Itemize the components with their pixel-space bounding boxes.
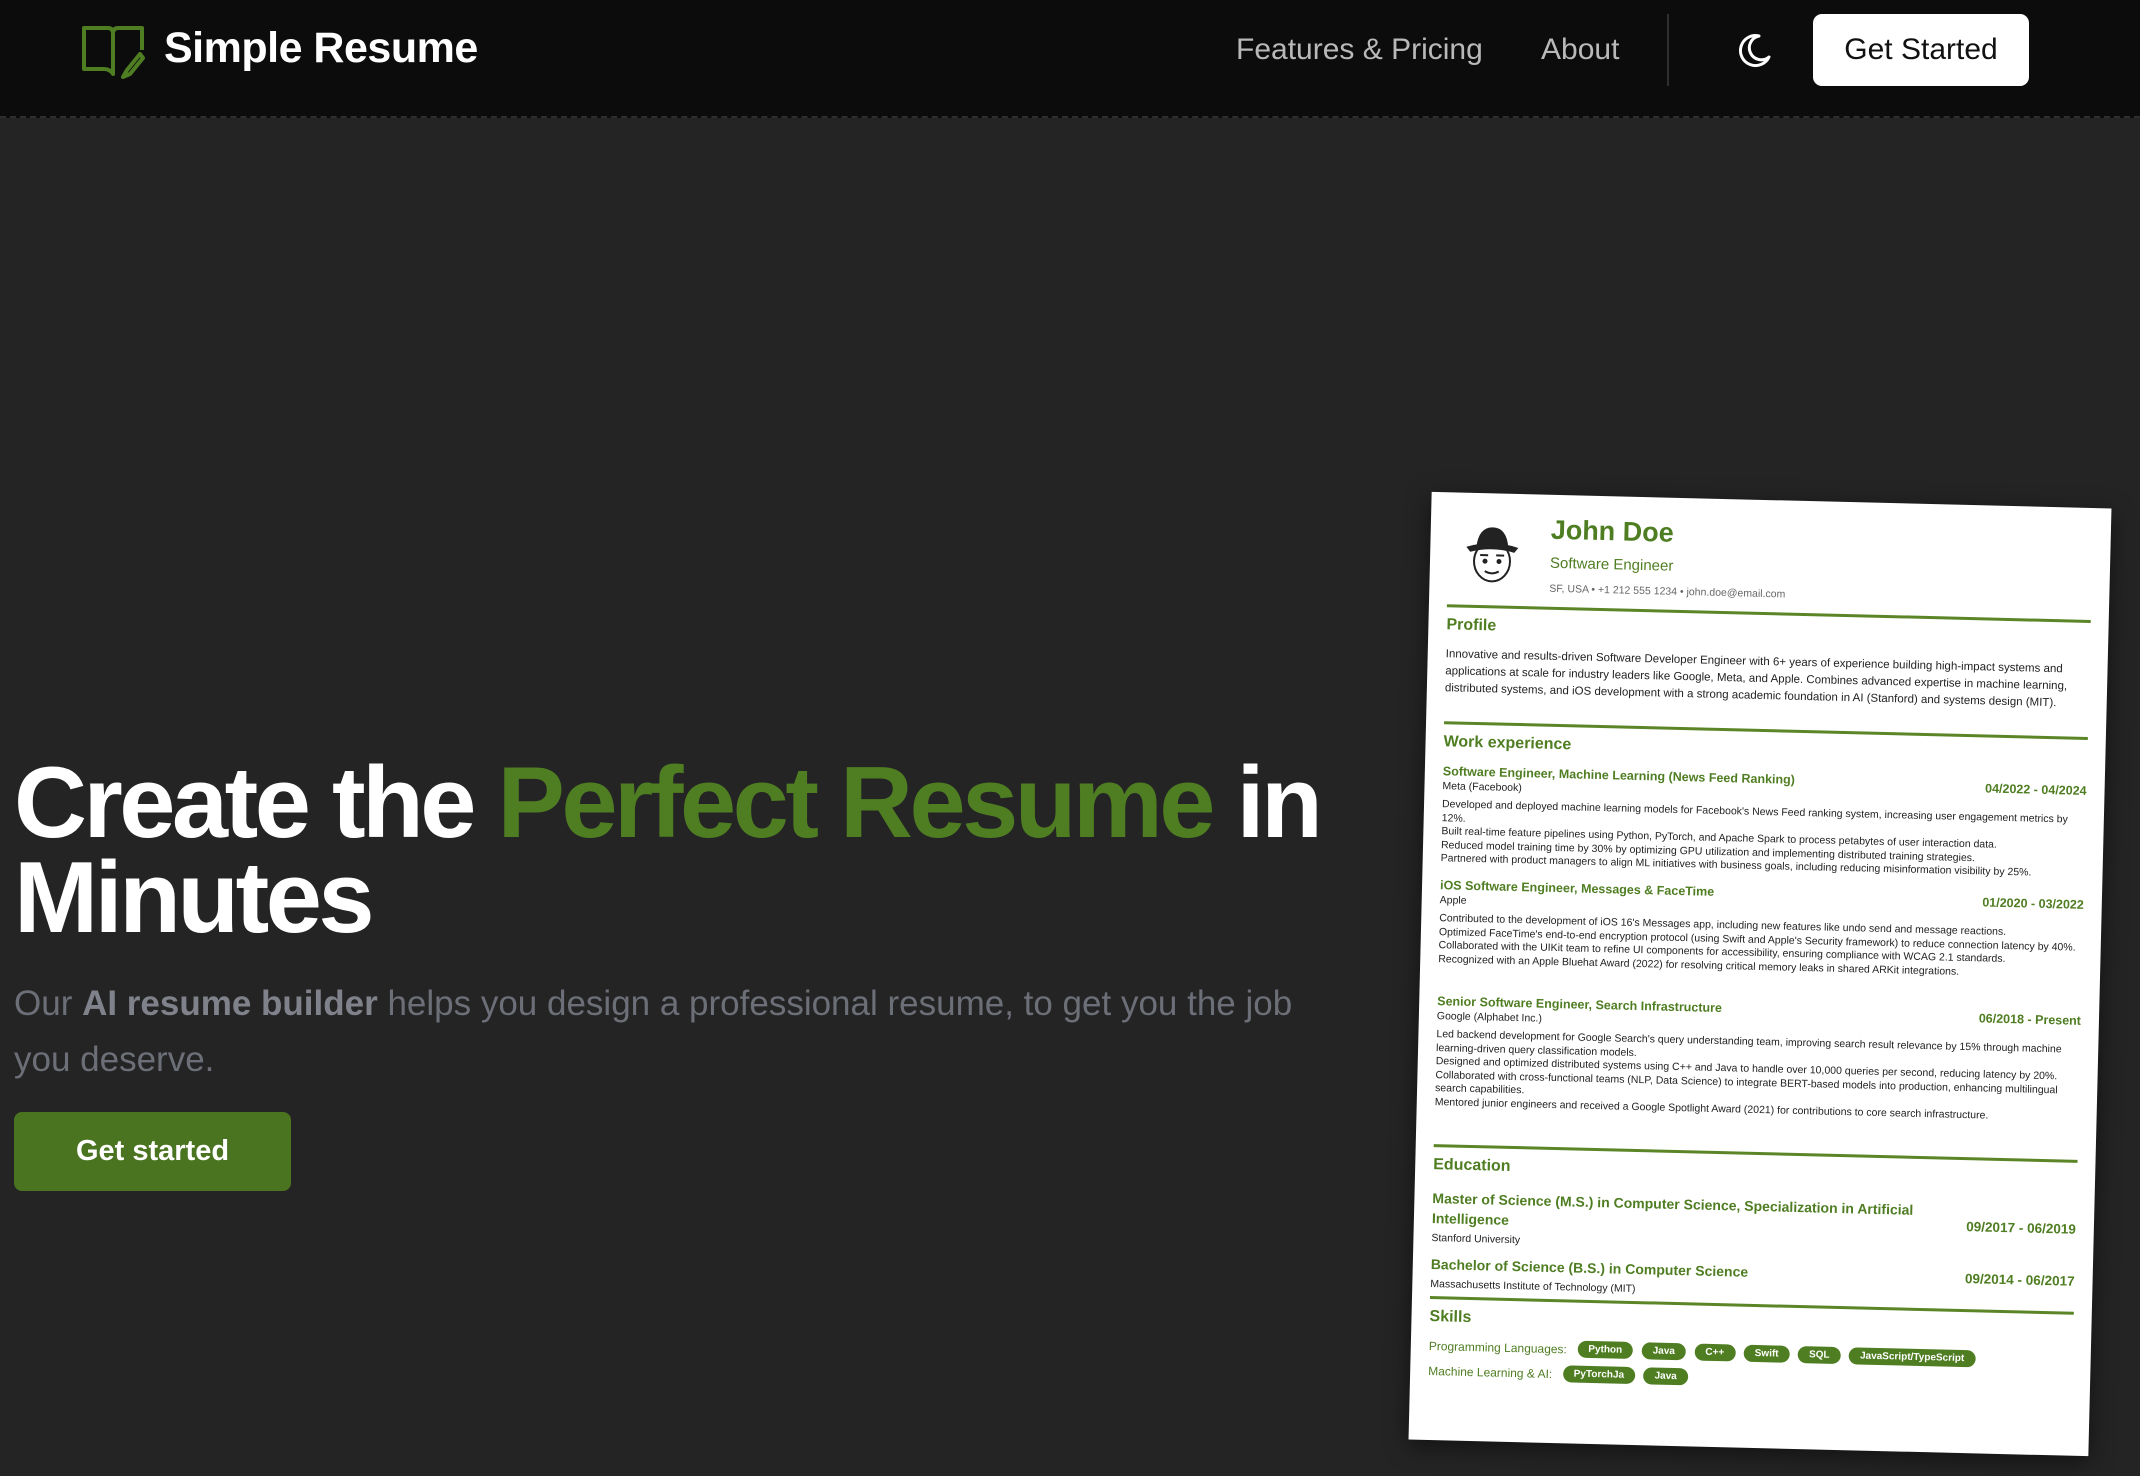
education-dates: 09/2014 - 06/2017 (1964, 1271, 2075, 1289)
nav-features-pricing[interactable]: Features & Pricing (1236, 33, 1483, 67)
resume-preview: John Doe Software Engineer SF, USA • +1 … (1408, 491, 2112, 1457)
hero-subtitle-prefix: Our (14, 984, 83, 1023)
skill-pill: PyTorchJa (1562, 1365, 1636, 1385)
get-started-header-button[interactable]: Get Started (1813, 14, 2029, 86)
nav-divider (1667, 14, 1669, 86)
job-entry: Senior Software Engineer, Search Infrast… (1435, 994, 2082, 1125)
book-pen-logo-icon[interactable] (80, 20, 146, 80)
skill-label: Programming Languages: (1428, 1338, 1568, 1357)
skill-pill: Java (1641, 1342, 1687, 1361)
profile-text: Innovative and results-driven Software D… (1444, 648, 2068, 710)
divider (1446, 604, 2091, 623)
skill-pill: Python (1577, 1340, 1634, 1360)
job-bullets: Contributed to the development of iOS 16… (1438, 912, 2083, 982)
section-education: Education (1433, 1156, 1511, 1175)
divider (1433, 1144, 2078, 1163)
job-bullets: Developed and deployed machine learning … (1441, 798, 2086, 881)
get-started-hero-button[interactable]: Get started (14, 1112, 291, 1191)
top-navbar: Simple Resume Features & Pricing About G… (0, 0, 2140, 118)
education-degree: Master of Science (M.S.) in Computer Sci… (1431, 1190, 1914, 1228)
skill-pill: SQL (1797, 1346, 1841, 1365)
brand-name[interactable]: Simple Resume (164, 24, 478, 73)
job-dates: 06/2018 - Present (1978, 1011, 2082, 1028)
skill-label: Machine Learning & AI: (1428, 1363, 1553, 1381)
skill-pill: JavaScript/TypeScript (1848, 1347, 1976, 1368)
hero-subtitle-bold: AI resume builder (82, 984, 378, 1023)
job-entry: Software Engineer, Machine Learning (New… (1441, 764, 2087, 881)
skill-pill: Swift (1743, 1344, 1790, 1364)
education-dates: 09/2017 - 06/2019 (1966, 1219, 2077, 1237)
avatar-icon (1466, 527, 1519, 583)
hero-title-highlight: Perfect Resume (497, 747, 1216, 859)
resume-name: John Doe (1550, 514, 1675, 548)
skill-pill: C++ (1694, 1343, 1736, 1362)
education-entry: Master of Science (M.S.) in Computer Sci… (1431, 1188, 2076, 1260)
section-work: Work experience (1443, 733, 1572, 754)
nav-about[interactable]: About (1541, 33, 1619, 67)
job-bullets: Led backend development for Google Searc… (1435, 1028, 2081, 1125)
job-dates: 04/2022 - 04/2024 (1984, 781, 2087, 798)
section-skills: Skills (1429, 1308, 1472, 1327)
moon-icon[interactable] (1735, 30, 1775, 70)
section-profile: Profile (1446, 616, 1497, 635)
resume-role: Software Engineer (1549, 554, 1674, 575)
skill-pill: Java (1643, 1367, 1688, 1386)
job-entry: iOS Software Engineer, Messages & FaceTi… (1438, 878, 2084, 982)
hero-title: Create the Perfect Resume in Minutes (14, 753, 1394, 949)
hero-subtitle: Our AI resume builder helps you design a… (14, 976, 1304, 1088)
resume-contact: SF, USA • +1 212 555 1234 • john.doe@ema… (1549, 582, 1786, 601)
job-dates: 01/2020 - 03/2022 (1982, 895, 2084, 912)
